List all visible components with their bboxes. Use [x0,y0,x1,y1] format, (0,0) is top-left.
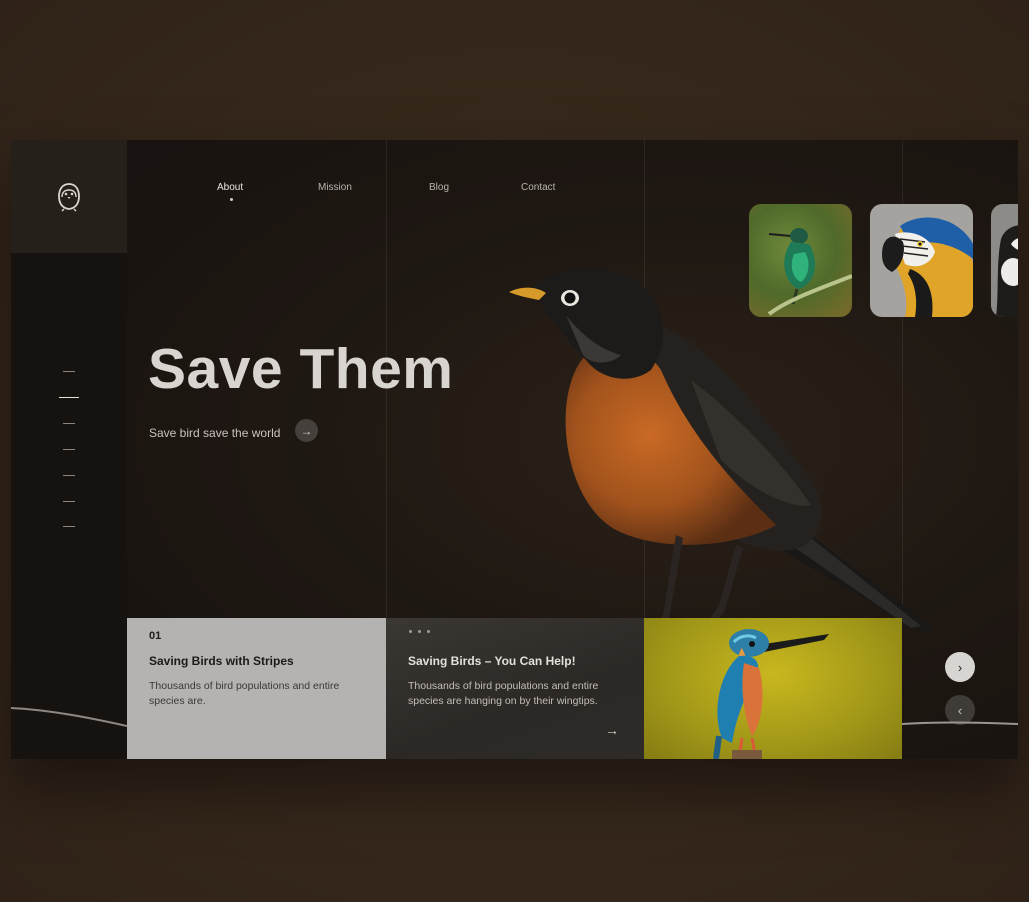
nav-mission[interactable]: Mission [318,182,352,193]
hummingbird-image [767,228,852,316]
slide-indicator[interactable] [63,501,75,502]
slide-indicator[interactable] [63,526,75,527]
card-arrow-icon[interactable]: → [605,722,619,738]
slide-indicator-active[interactable] [59,397,79,398]
card-text: Thousands of bird populations and entire… [149,680,340,707]
hero-title: Save Them [148,337,454,401]
thumbnail-puffin[interactable] [991,204,1018,317]
kingfisher-card[interactable] [644,618,902,759]
wire-decoration [902,721,1018,725]
chevron-right-icon: › [957,659,963,675]
nav-about[interactable]: About [217,182,243,193]
website-frame: About Mission Blog Contact Save Them Sav… [11,140,1018,759]
thumbnail-hummingbird[interactable] [749,204,852,317]
nav-blog[interactable]: Blog [429,182,449,193]
hero-cta-button[interactable]: → [295,419,318,442]
arrow-right-icon: → [300,423,313,438]
puffin-image [996,225,1018,317]
penguin-logo-icon [58,182,80,212]
sidebar [11,140,127,759]
slide-indicator[interactable] [63,371,75,372]
thumbnail-macaw[interactable] [870,204,973,317]
card-title[interactable]: Saving Birds – You Can Help! [408,654,576,668]
slide-indicator[interactable] [63,449,75,450]
robin-image [509,268,936,636]
nav-active-indicator [230,198,233,201]
wire-decoration [11,707,127,727]
card-number: 01 [149,630,162,642]
article-card-1[interactable]: 01 Saving Birds with Stripes Thousands o… [127,618,386,759]
next-slide-button[interactable]: › [945,652,975,682]
card-dots [409,630,430,633]
slide-indicator[interactable] [63,475,75,476]
macaw-image [882,217,973,317]
kingfisher-image [713,629,829,759]
hero-subtitle: Save bird save the world [149,426,281,440]
article-card-2[interactable]: Saving Birds – You Can Help! Thousands o… [386,618,644,759]
slide-indicator[interactable] [63,423,75,424]
nav-contact[interactable]: Contact [521,182,555,193]
card-title[interactable]: Saving Birds with Stripes [149,654,294,668]
logo-container[interactable] [11,140,127,253]
card-text: Thousands of bird populations and entire… [408,680,599,707]
